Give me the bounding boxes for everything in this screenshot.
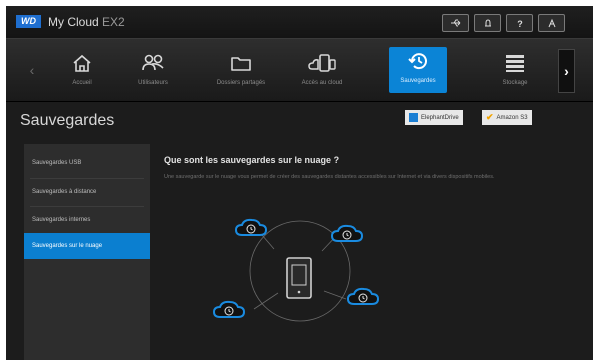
cloud-backup-diagram <box>212 218 380 322</box>
nav-item-home[interactable]: Accueil <box>51 49 113 93</box>
device-name: My Cloud EX2 <box>48 15 125 29</box>
sidebar-item-remote-backups[interactable]: Sauvegardes à distance <box>24 179 150 205</box>
cloud-backup-icon <box>330 224 364 242</box>
folder-icon <box>231 57 251 71</box>
bell-icon[interactable] <box>474 14 501 32</box>
svg-text:?: ? <box>517 19 523 28</box>
nav-item-backups[interactable]: Sauvegardes <box>389 47 447 93</box>
main-navigation: ‹ Accueil Utilisateurs Dossiers partagés <box>6 38 593 102</box>
nas-led-icon <box>297 290 301 294</box>
wd-logo: WD <box>16 15 41 28</box>
device-model: EX2 <box>102 15 125 29</box>
nav-label: Utilisateurs <box>138 80 168 86</box>
nav-label: Accès au cloud <box>301 80 343 86</box>
nav-next-button[interactable]: › <box>558 49 575 93</box>
usb-icon[interactable] <box>442 14 469 32</box>
nav-item-shares[interactable]: Dossiers partagés <box>204 49 278 93</box>
section-heading: Que sont les sauvegardes sur le nuage ? <box>164 155 340 165</box>
sidebar-item-cloud-backups[interactable]: Sauvegardes sur le nuage <box>24 233 150 259</box>
nav-item-storage[interactable]: Stockage <box>484 49 546 93</box>
user-icon[interactable] <box>538 14 565 32</box>
service-label: Amazon S3 <box>496 114 528 121</box>
cloud-devices-icon <box>308 54 336 72</box>
service-label: ElephantDrive <box>421 114 459 121</box>
users-icon <box>142 54 164 71</box>
home-icon <box>73 54 91 72</box>
sidebar-item-internal-backups[interactable]: Sauvegardes internes <box>24 207 150 233</box>
nav-label: Stockage <box>502 80 528 86</box>
nav-label: Dossiers partagés <box>216 80 266 86</box>
amazon-s3-button[interactable]: ✔ Amazon S3 <box>482 110 532 125</box>
page-title: Sauvegardes <box>20 112 115 129</box>
backup-sidebar: Sauvegardes USB Sauvegardes à distance S… <box>24 144 150 360</box>
backup-icon <box>408 53 427 70</box>
device-name-text: My Cloud <box>48 15 99 29</box>
nav-item-users[interactable]: Utilisateurs <box>122 49 184 93</box>
storage-icon <box>506 55 524 72</box>
elephantdrive-button[interactable]: ElephantDrive <box>405 110 463 125</box>
nav-label: Accueil <box>72 80 92 86</box>
help-icon[interactable]: ? <box>506 14 533 32</box>
elephantdrive-logo-icon <box>409 113 418 122</box>
app-window: WD My Cloud EX2 ? ‹ Accueil Utilisateurs… <box>6 6 593 360</box>
checkmark-icon: ✔ <box>486 112 494 122</box>
cloud-backup-icon <box>346 287 380 305</box>
cloud-backup-icon <box>212 300 246 318</box>
sidebar-item-usb-backups[interactable]: Sauvegardes USB <box>24 150 150 176</box>
nav-item-cloud-access[interactable]: Accès au cloud <box>289 49 355 93</box>
section-description: Une sauvegarde sur le nuage vous permet … <box>164 174 495 180</box>
cloud-backup-icon <box>234 218 268 236</box>
top-bar: WD My Cloud EX2 ? <box>6 6 593 38</box>
top-icons: ? <box>442 14 565 32</box>
nav-label: Sauvegardes <box>400 78 436 84</box>
nav-prev-button[interactable]: ‹ <box>24 39 40 101</box>
